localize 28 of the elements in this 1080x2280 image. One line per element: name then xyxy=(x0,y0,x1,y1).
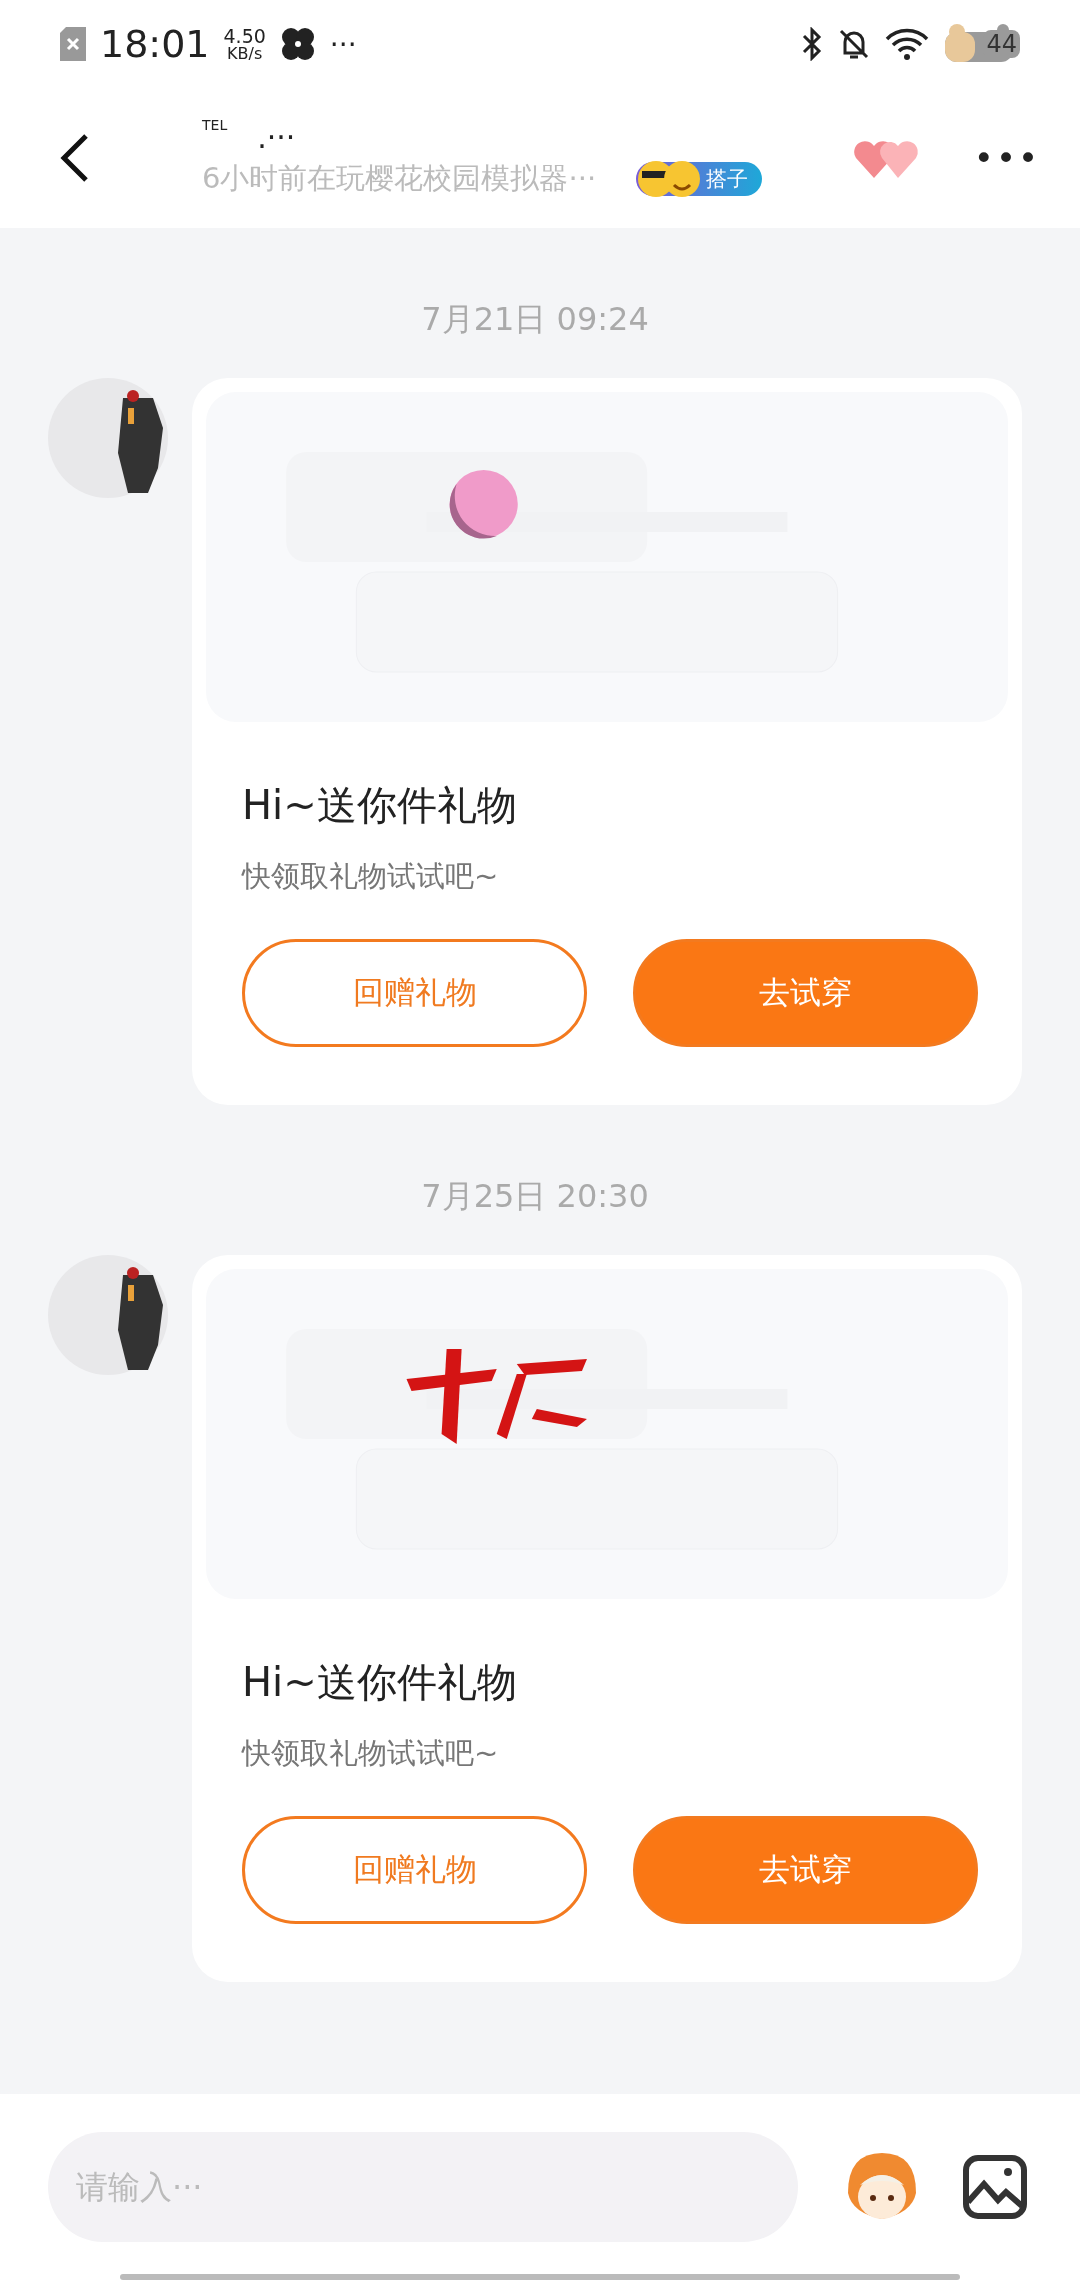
try-on-button[interactable]: 去试穿 xyxy=(633,1816,978,1924)
avatar[interactable] xyxy=(48,378,168,498)
more-notifications: ··· xyxy=(329,27,357,61)
message-time: 7月21日 09:24 xyxy=(421,299,649,340)
name-tag: TEL xyxy=(202,117,228,133)
gift-title: Hi~送你件礼物 xyxy=(242,781,518,830)
avatar[interactable] xyxy=(48,1255,168,1375)
sim-icon xyxy=(60,27,86,61)
message-time: 7月25日 20:30 xyxy=(421,1176,649,1217)
gift-title: Hi~送你件礼物 xyxy=(242,1658,518,1707)
contact-name: .··· xyxy=(257,123,296,153)
image-icon[interactable] xyxy=(962,2154,1028,2220)
more-button[interactable]: ••• xyxy=(973,138,1040,178)
return-gift-button[interactable]: 回赠礼物 xyxy=(242,939,587,1047)
gift-description: 快领取礼物试试吧~ xyxy=(242,858,500,895)
speed-value: 4.50 xyxy=(223,26,266,46)
battery-level: 44 xyxy=(983,30,1020,58)
clock-time: 18:01 xyxy=(100,22,210,66)
partner-badge: 搭子 xyxy=(636,162,763,196)
speed-unit: KB/s xyxy=(227,45,263,62)
activity-status: 6小时前在玩樱花校园模拟器··· xyxy=(202,160,597,197)
gift-description: 快领取礼物试试吧~ xyxy=(242,1735,500,1772)
message-input[interactable]: 请输入··· xyxy=(48,2132,798,2242)
try-on-button[interactable]: 去试穿 xyxy=(633,939,978,1047)
bluetooth-icon xyxy=(801,27,824,61)
fan-icon xyxy=(279,26,316,62)
return-gift-button[interactable]: 回赠礼物 xyxy=(242,1816,587,1924)
wifi-icon xyxy=(885,27,930,61)
